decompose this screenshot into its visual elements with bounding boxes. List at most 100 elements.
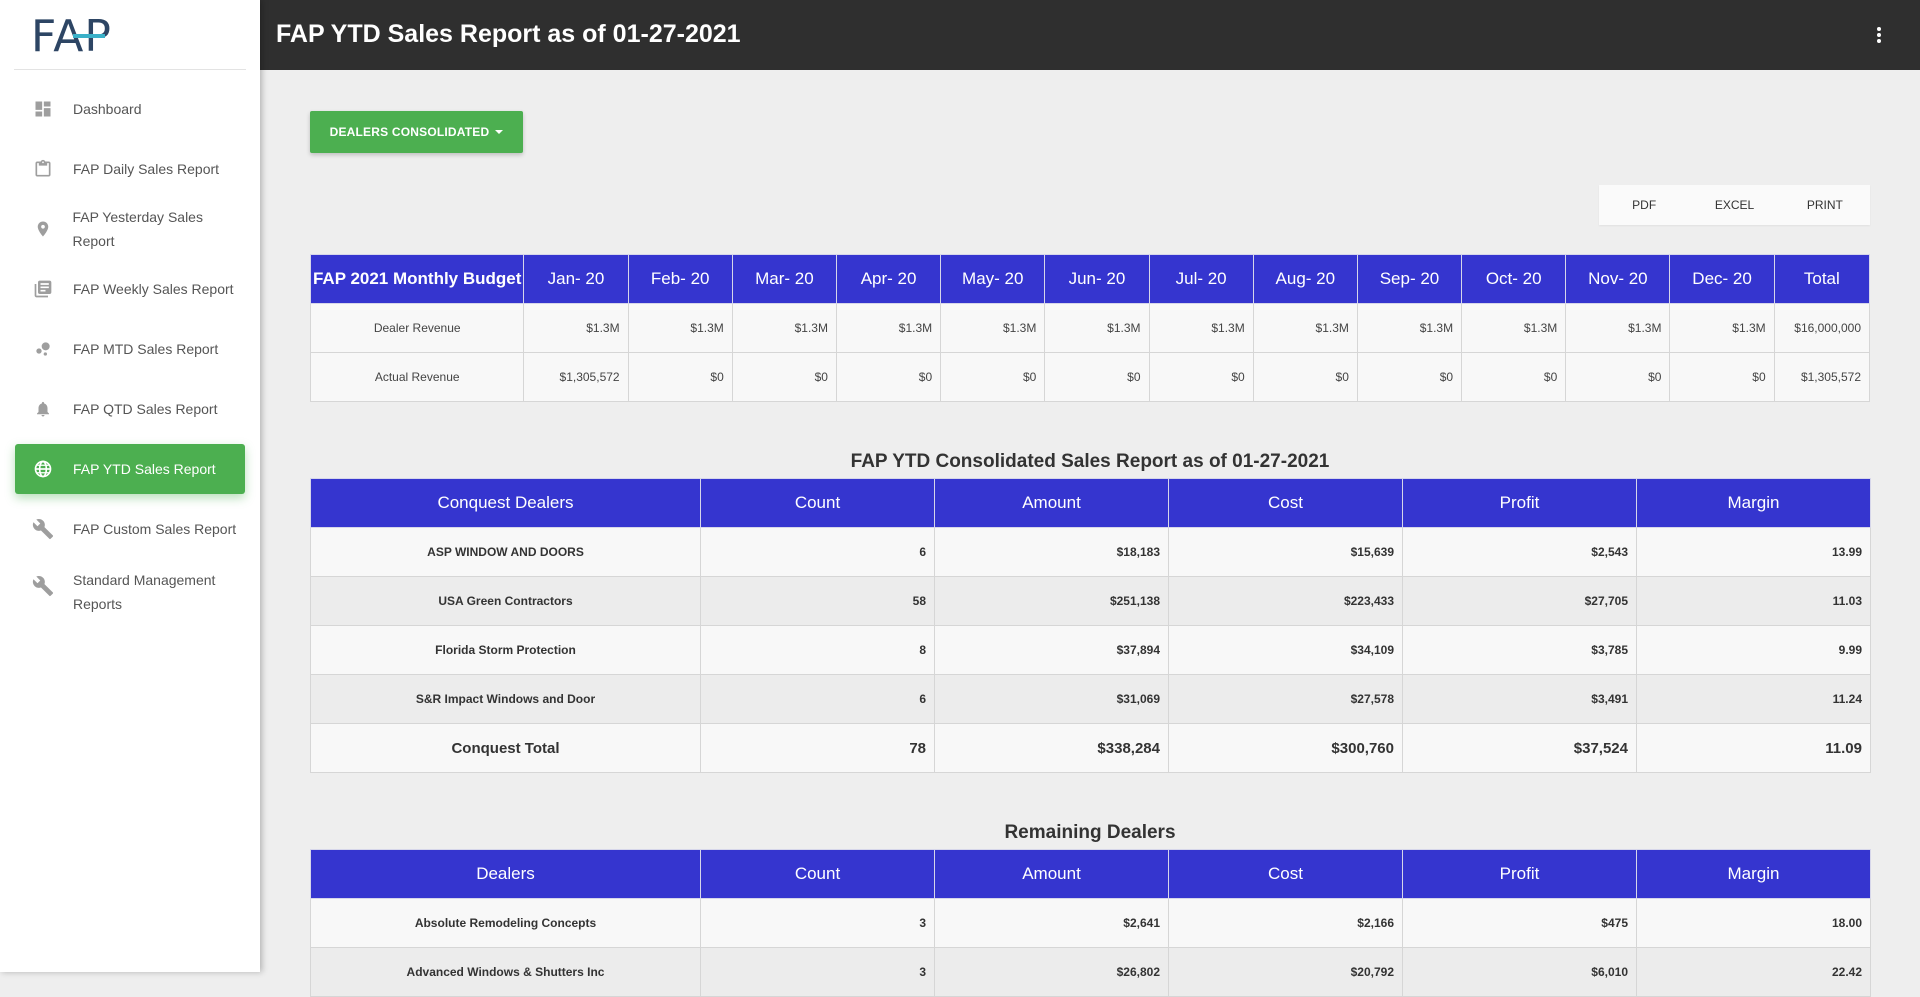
sidebar-item-label: FAP MTD Sales Report (73, 341, 219, 357)
table-cell: 11.03 (1636, 576, 1871, 626)
budget-header-cell: Total (1773, 254, 1871, 304)
column-header[interactable]: Profit (1402, 478, 1637, 528)
remaining-title: Remaining Dealers (1004, 822, 1176, 843)
bubble-chart-icon (31, 337, 55, 361)
clipboard-icon (31, 157, 55, 181)
budget-header-cell: Feb- 20 (627, 254, 733, 304)
table-cell: 22.42 (1636, 947, 1871, 997)
wrench-icon (31, 574, 55, 598)
sidebar-item-yesterday[interactable]: FAP Yesterday Sales Report (15, 204, 245, 254)
column-header[interactable]: Conquest Dealers (310, 478, 701, 528)
table-cell: $0 (1461, 352, 1567, 402)
table-cell: $0 (1565, 352, 1671, 402)
budget-header-cell: Dec- 20 (1669, 254, 1775, 304)
column-header[interactable]: Margin (1636, 478, 1871, 528)
logo[interactable]: FAP (14, 0, 246, 70)
sidebar-item-qtd[interactable]: FAP QTD Sales Report (15, 384, 245, 434)
table-cell: $1.3M (1356, 303, 1463, 353)
table-cell: $37,524 (1402, 723, 1637, 773)
remaining-table: Dealers Count Amount Cost Profit Margin … (310, 849, 1871, 997)
table-cell: $1.3M (627, 303, 733, 353)
sidebar-item-mtd[interactable]: FAP MTD Sales Report (15, 324, 245, 374)
excel-button[interactable]: EXCEL (1689, 185, 1779, 225)
budget-header-cell: Sep- 20 (1356, 254, 1463, 304)
budget-header-cell: Jul- 20 (1148, 254, 1254, 304)
sidebar-nav: Dashboard FAP Daily Sales Report FAP Yes… (0, 84, 260, 636)
column-header[interactable]: Profit (1402, 849, 1637, 899)
column-header[interactable]: Count (700, 849, 935, 899)
sidebar-item-ytd[interactable]: FAP YTD Sales Report (15, 444, 245, 494)
table-cell: $338,284 (934, 723, 1169, 773)
column-header[interactable]: Amount (934, 478, 1169, 528)
table-cell: $0 (1669, 352, 1775, 402)
table-cell: $1,305,572 (523, 352, 629, 402)
sidebar-item-label: FAP Daily Sales Report (73, 161, 220, 177)
table-cell: USA Green Contractors (310, 576, 701, 626)
table-cell: 8 (700, 625, 935, 675)
table-cell: $300,760 (1168, 723, 1403, 773)
print-button[interactable]: PRINT (1780, 185, 1870, 225)
budget-table: FAP 2021 Monthly Budget Jan- 20 Feb- 20 … (309, 254, 1871, 402)
table-cell: $27,705 (1402, 576, 1637, 626)
column-header[interactable]: Count (700, 478, 935, 528)
consolidated-title: FAP YTD Consolidated Sales Report as of … (850, 451, 1330, 472)
sidebar-item-label: FAP Weekly Sales Report (73, 281, 234, 297)
table-cell: Advanced Windows & Shutters Inc (310, 947, 701, 997)
header-bar: FAP YTD Sales Report as of 01-27-2021 (260, 0, 1920, 70)
sidebar-item-daily[interactable]: FAP Daily Sales Report (15, 144, 245, 194)
table-cell: $0 (940, 352, 1046, 402)
more-options-icon[interactable] (1876, 25, 1882, 45)
sidebar-item-label: Dashboard (73, 101, 142, 117)
table-cell: $34,109 (1168, 625, 1403, 675)
table-cell: $0 (627, 352, 733, 402)
table-cell: $0 (1356, 352, 1463, 402)
table-cell: 13.99 (1636, 527, 1871, 577)
table-cell: $1.3M (1565, 303, 1671, 353)
table-cell: $0 (731, 352, 837, 402)
table-cell: $1.3M (835, 303, 942, 353)
table-cell: $18,183 (934, 527, 1169, 577)
table-cell: $475 (1402, 898, 1637, 948)
pdf-button[interactable]: PDF (1599, 185, 1689, 225)
logo-accent-bar (73, 34, 105, 38)
table-row: Actual Revenue $1,305,572 $0 $0 $0 $0 $0… (309, 352, 1871, 402)
budget-header-cell: Oct- 20 (1461, 254, 1567, 304)
dealers-dropdown-button[interactable]: DEALERS CONSOLIDATED (310, 111, 523, 153)
sidebar-item-custom[interactable]: FAP Custom Sales Report (15, 504, 245, 554)
table-cell: $0 (1252, 352, 1358, 402)
table-cell: S&R Impact Windows and Door (310, 674, 701, 724)
table-cell: $37,894 (934, 625, 1169, 675)
sidebar-item-standard-management[interactable]: Standard Management Reports (15, 564, 245, 626)
table-cell: 6 (700, 674, 935, 724)
table-cell: $1.3M (1044, 303, 1150, 353)
table-cell: $31,069 (934, 674, 1169, 724)
table-row: USA Green Contractors 58 $251,138 $223,4… (310, 576, 1871, 626)
table-cell: $251,138 (934, 576, 1169, 626)
table-cell: $0 (835, 352, 942, 402)
sidebar-item-weekly[interactable]: FAP Weekly Sales Report (15, 264, 245, 314)
sidebar-item-dashboard[interactable]: Dashboard (15, 84, 245, 134)
table-cell: 9.99 (1636, 625, 1871, 675)
column-header[interactable]: Margin (1636, 849, 1871, 899)
sidebar-item-label: FAP QTD Sales Report (73, 401, 218, 417)
consolidated-header-row: Conquest Dealers Count Amount Cost Profi… (310, 478, 1871, 528)
table-cell: 3 (700, 898, 935, 948)
table-cell: $3,785 (1402, 625, 1637, 675)
column-header[interactable]: Amount (934, 849, 1169, 899)
table-cell: $0 (1148, 352, 1254, 402)
sidebar-item-label: Standard Management Reports (73, 572, 216, 612)
table-cell: $2,543 (1402, 527, 1637, 577)
budget-header-cell: Jun- 20 (1044, 254, 1150, 304)
table-cell: $223,433 (1168, 576, 1403, 626)
table-cell: $1,305,572 (1773, 352, 1871, 402)
budget-header-cell: Nov- 20 (1565, 254, 1671, 304)
caret-down-icon (495, 130, 504, 134)
table-cell: Florida Storm Protection (310, 625, 701, 675)
table-row: Advanced Windows & Shutters Inc 3 $26,80… (310, 947, 1871, 997)
table-cell: 6 (700, 527, 935, 577)
column-header[interactable]: Dealers (310, 849, 701, 899)
column-header[interactable]: Cost (1168, 849, 1403, 899)
budget-header-cell: May- 20 (940, 254, 1046, 304)
column-header[interactable]: Cost (1168, 478, 1403, 528)
table-cell: Actual Revenue (309, 352, 525, 402)
